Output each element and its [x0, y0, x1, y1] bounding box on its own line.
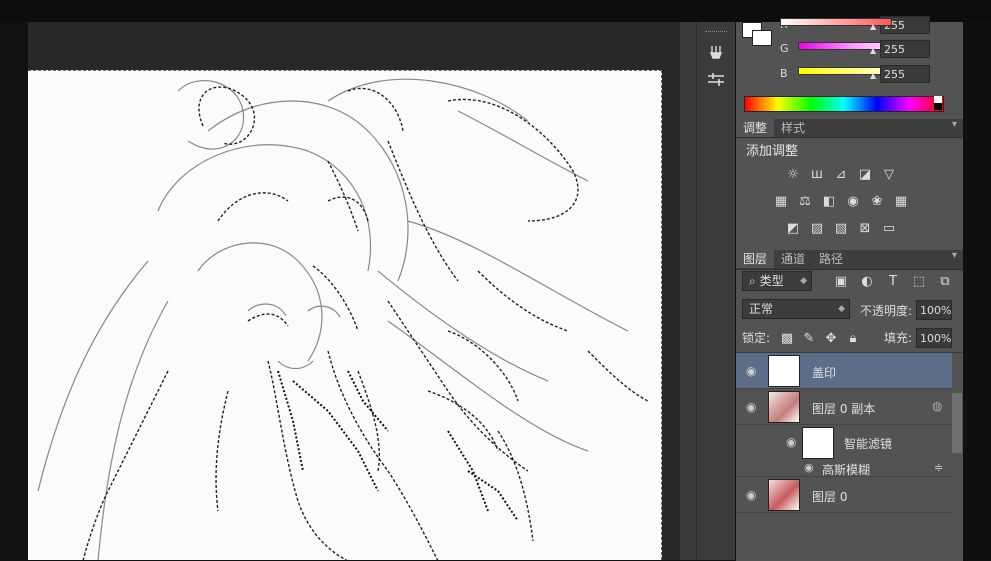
tab-styles[interactable]: 样式 [774, 119, 812, 137]
channel-g-label: G [780, 42, 789, 55]
collapse-menu-icon[interactable]: ▾ [952, 119, 957, 130]
canvas-scrollbar[interactable] [680, 22, 696, 560]
photo-filter-icon[interactable]: ◉ [844, 193, 862, 209]
levels-icon[interactable]: ш [808, 166, 826, 182]
window-edge [963, 22, 991, 560]
adjustment-row-1: ☼ ш ⊿ ◪ ▽ [784, 166, 898, 182]
channel-b-label: B [780, 67, 788, 80]
tab-adjustments[interactable]: 调整 [736, 119, 775, 137]
layer-row-base[interactable]: ◉ 图层 0 [736, 477, 952, 513]
chevron-down-icon: ◆ [838, 304, 845, 314]
posterize-icon[interactable]: ▨ [808, 220, 826, 236]
layer-name[interactable]: 高斯模糊 [822, 461, 870, 478]
layer-row-copy[interactable]: ◉ 图层 0 副本 ◍ [736, 389, 952, 425]
filter-mask-thumbnail [802, 427, 834, 459]
eye-icon[interactable]: ◉ [786, 435, 796, 449]
fill-label: 填充: [884, 331, 913, 345]
filter-pixel-icon[interactable]: ▣ [832, 273, 850, 289]
blend-mode-value: 正常 [749, 302, 774, 316]
exposure-icon[interactable]: ◪ [856, 166, 874, 182]
opacity-input[interactable]: 100% [916, 300, 952, 320]
layer-name[interactable]: 图层 0 副本 [812, 400, 875, 417]
channel-g-value[interactable]: 255 [880, 40, 930, 58]
blend-mode-select[interactable]: 正常 ◆ [742, 299, 850, 319]
filter-options-icon[interactable]: ≑ [934, 461, 943, 474]
layer-row-stamp[interactable]: ◉ 盖印 [736, 353, 952, 389]
tab-channels[interactable]: 通道 [774, 250, 812, 268]
black-white-icon[interactable]: ◧ [820, 193, 838, 209]
brush-tool-icon[interactable] [701, 40, 731, 64]
lock-transparency-icon[interactable]: ▩ [778, 330, 796, 346]
color-balance-icon[interactable]: ⚖ [796, 193, 814, 209]
filter-adjustment-icon[interactable]: ◐ [858, 273, 876, 289]
spectrum-white-swatch[interactable] [934, 96, 942, 103]
channel-mixer-icon[interactable]: ❀ [868, 193, 886, 209]
threshold-icon[interactable]: ▧ [832, 220, 850, 236]
eye-icon[interactable]: ◉ [746, 364, 756, 378]
vibrance-icon[interactable]: ▽ [880, 166, 898, 182]
layer-filter-select[interactable]: ⌕ 类型 ◆ [742, 271, 812, 291]
layer-name[interactable]: 智能滤镜 [844, 435, 892, 452]
filter-type-icon[interactable]: T [884, 273, 902, 289]
curves-icon[interactable]: ⊿ [832, 166, 850, 182]
panel-tool-strip [696, 22, 735, 560]
search-icon: ⌕ [749, 274, 756, 288]
adjustments-tab-bar: 调整 样式 ▾ [736, 119, 963, 138]
layer-filter-icons: ▣ ◐ T ⬚ ⧉ [832, 273, 954, 289]
layer-thumbnail [768, 355, 800, 387]
hue-saturation-icon[interactable]: ▦ [772, 193, 790, 209]
layers-scrollbar-thumb[interactable] [952, 393, 962, 453]
document-canvas[interactable] [28, 70, 662, 560]
lock-label: 锁定: [742, 331, 771, 345]
adjustment-row-2: ▦ ⚖ ◧ ◉ ❀ ▦ [772, 193, 910, 209]
strip-grip[interactable] [705, 31, 727, 34]
tab-layers[interactable]: 图层 [736, 250, 775, 268]
eye-icon[interactable]: ◉ [746, 488, 756, 502]
artwork-sketch [37, 78, 649, 560]
lock-position-icon[interactable]: ✥ [822, 330, 840, 346]
gradient-map-icon[interactable]: ▭ [880, 220, 898, 236]
layer-thumbnail [768, 391, 800, 423]
background-swatch[interactable] [752, 30, 772, 46]
adjust-tool-icon[interactable] [701, 68, 731, 92]
adjustment-row-3: ◩ ▨ ▧ ⊠ ▭ [784, 220, 898, 236]
layer-list: ◉ 盖印 ◉ 图层 0 副本 ◍ ◉ 智能滤镜 ◉ 高斯模糊 ≑ ◉ 图层 0 [736, 352, 963, 561]
layer-name[interactable]: 盖印 [812, 364, 836, 381]
layer-filter-value: 类型 [759, 274, 784, 288]
channel-g-slider-thumb[interactable]: ▲ [870, 46, 876, 55]
fill-input[interactable]: 100% [916, 328, 952, 348]
opacity-label: 不透明度: [860, 304, 913, 318]
smart-filter-indicator-icon[interactable]: ◍ [932, 399, 942, 413]
layer-row-gaussian-blur[interactable]: ◉ 高斯模糊 ≑ [736, 459, 952, 477]
channel-b-slider-thumb[interactable]: ▲ [870, 71, 876, 80]
brightness-icon[interactable]: ☼ [784, 166, 802, 182]
layer-thumbnail [768, 479, 800, 511]
filter-smart-object-icon[interactable]: ⧉ [936, 273, 954, 289]
eye-icon[interactable]: ◉ [804, 461, 814, 474]
add-adjustment-title: 添加调整 [746, 144, 799, 159]
lock-icons: ▩ ✎ ✥ 🔒︎ [778, 330, 862, 346]
channel-b-value[interactable]: 255 [880, 65, 930, 83]
tab-paths[interactable]: 路径 [812, 250, 850, 268]
layers-tab-bar: 图层 通道 路径 ▾ [736, 250, 963, 270]
right-panel: R 255 G ▲ 255 B ▲ 255 ▲ 调整样式 ▾ 添加调整 ☼ ш … [736, 16, 963, 561]
layer-name[interactable]: 图层 0 [812, 488, 847, 505]
eye-icon[interactable]: ◉ [746, 400, 756, 414]
layers-menu-icon[interactable]: ▾ [952, 250, 957, 261]
color-spectrum-bar[interactable] [744, 96, 944, 112]
selective-color-icon[interactable]: ⊠ [856, 220, 874, 236]
lock-pixels-icon[interactable]: ✎ [800, 330, 818, 346]
color-lookup-icon[interactable]: ▦ [892, 193, 910, 209]
chevron-down-icon: ◆ [800, 276, 807, 286]
lock-icon[interactable]: 🔒︎ [844, 330, 862, 346]
filter-shape-icon[interactable]: ⬚ [910, 273, 928, 289]
channel-r-slider-thumb[interactable]: ▲ [870, 22, 876, 31]
invert-icon[interactable]: ◩ [784, 220, 802, 236]
spectrum-black-swatch[interactable] [934, 103, 942, 110]
layer-row-smart-filter[interactable]: ◉ 智能滤镜 [736, 425, 952, 459]
